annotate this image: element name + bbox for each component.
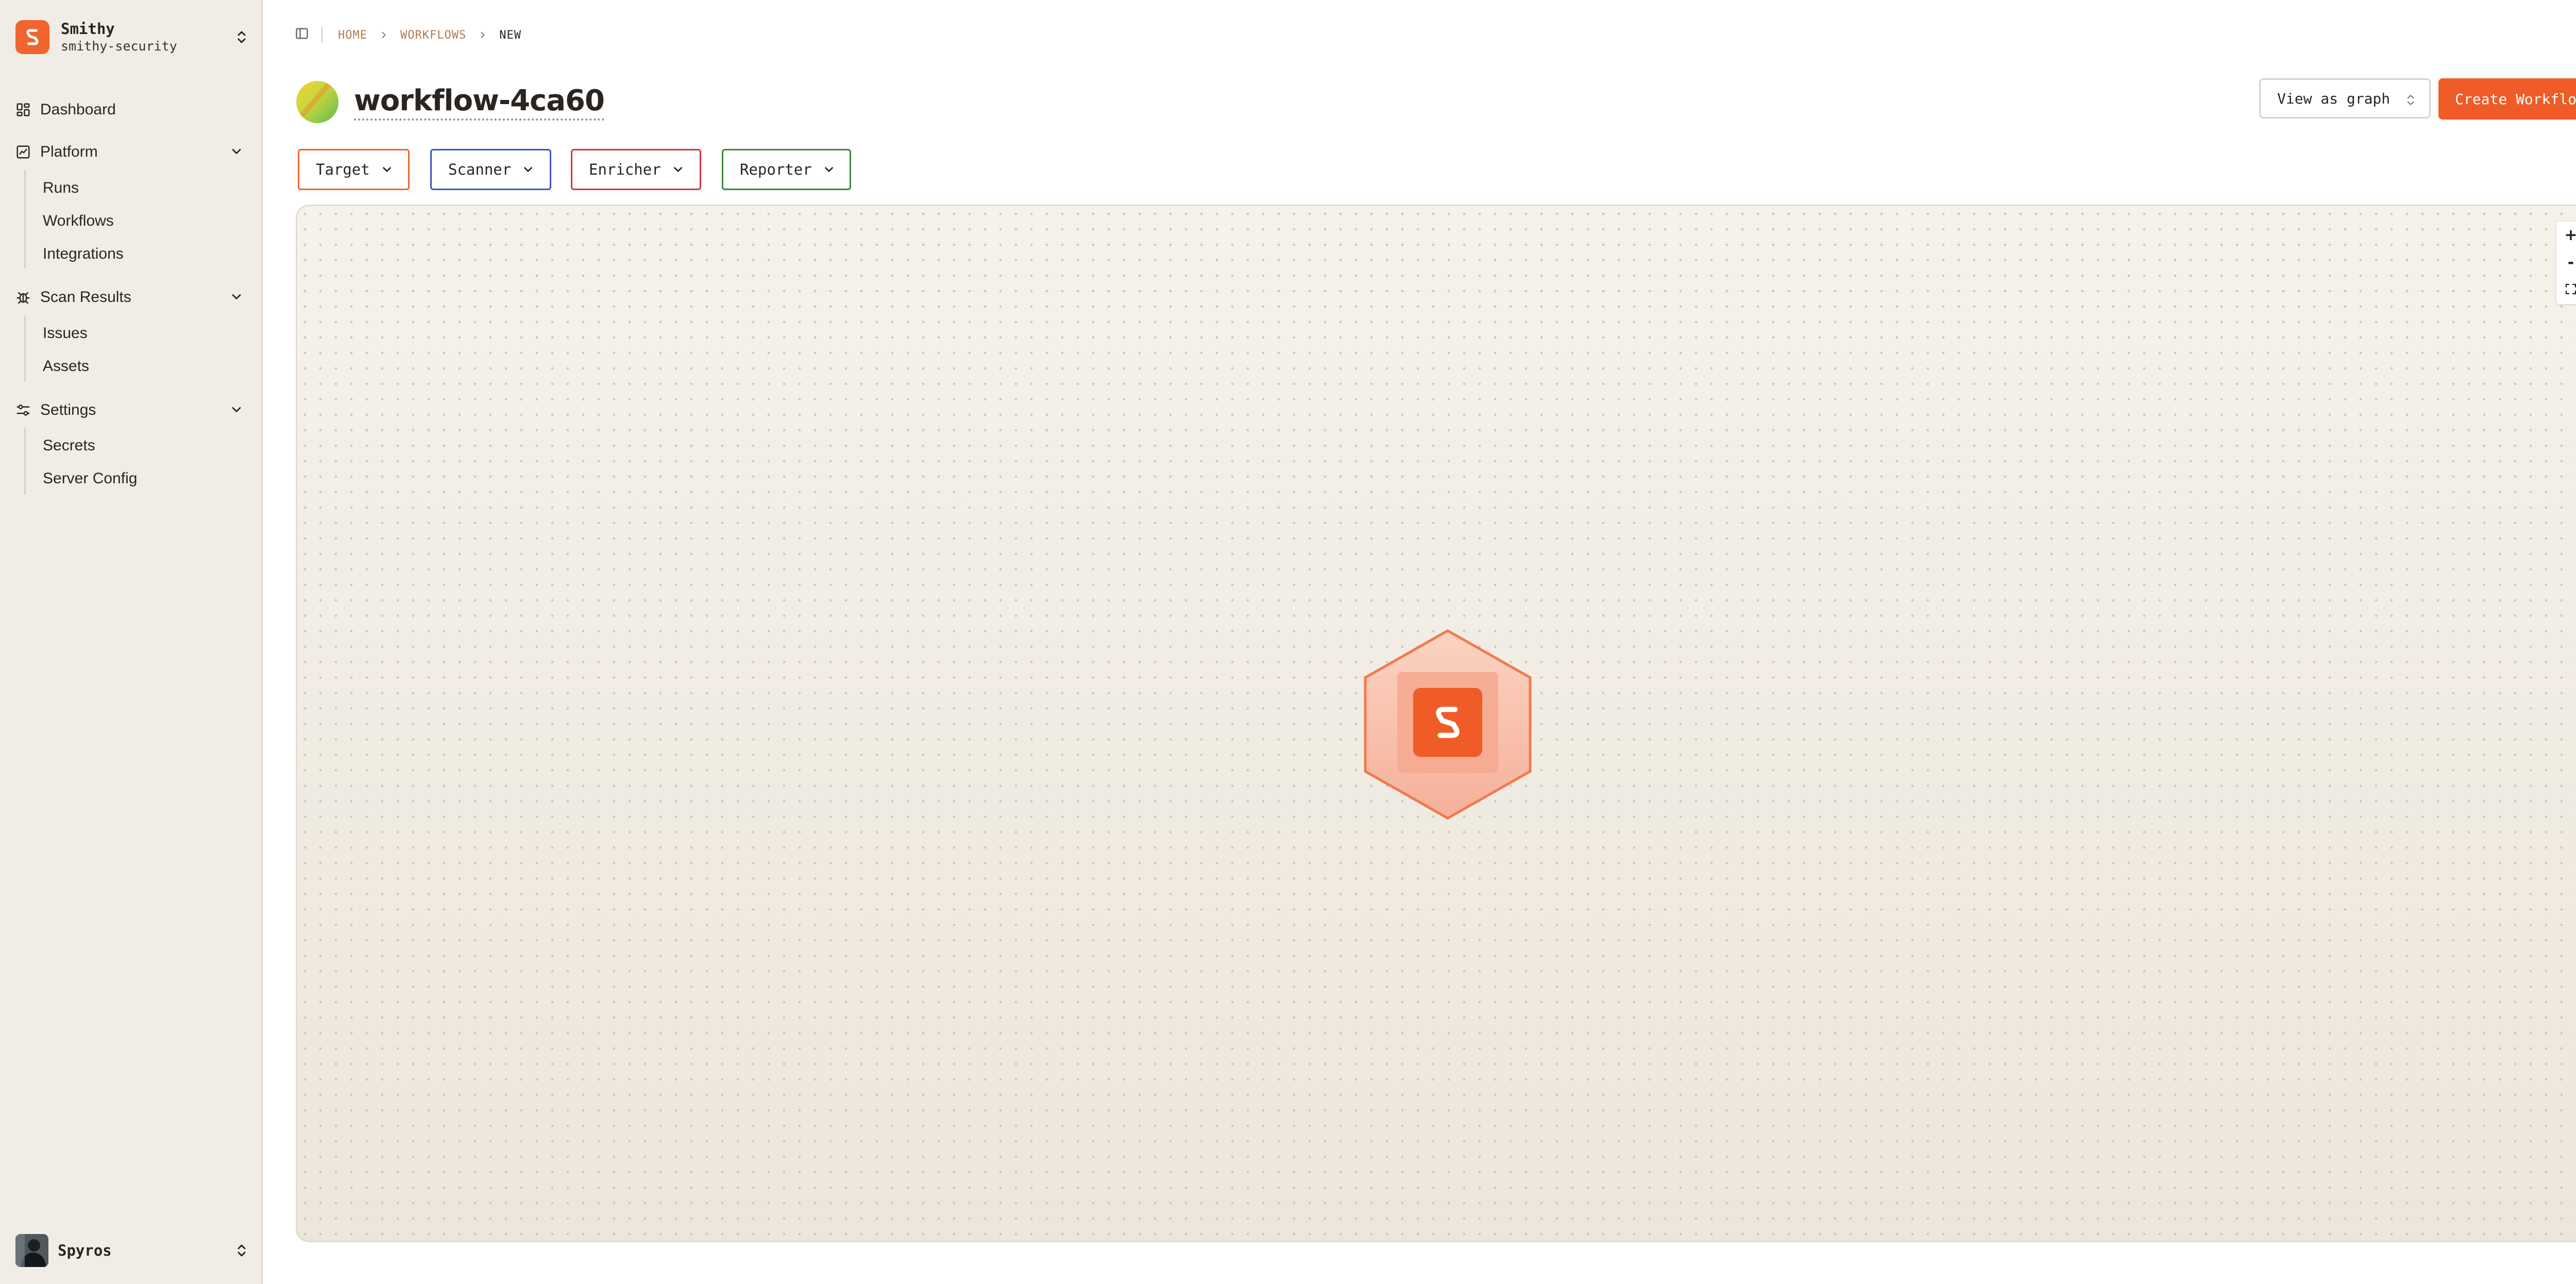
scanner-dropdown[interactable]: Scanner (430, 149, 551, 190)
org-subtitle: smithy-security (61, 38, 177, 54)
user-switcher[interactable]: Spyros (15, 1232, 252, 1269)
platform-icon (16, 145, 30, 159)
chevron-down-icon[interactable] (229, 402, 244, 419)
breadcrumb-home[interactable]: HOME (338, 29, 367, 42)
page-title[interactable]: workflow-4ca60 (354, 84, 605, 121)
user-name: Spyros (58, 1242, 112, 1259)
chevron-right-icon (379, 30, 389, 40)
sidebar-item-workflows[interactable]: Workflows (43, 212, 114, 230)
nav-scan-results-label: Scan Results (40, 289, 131, 306)
target-dropdown[interactable]: Target (298, 149, 410, 190)
sidebar-item-runs[interactable]: Runs (43, 179, 79, 197)
nav-platform-label: Platform (40, 143, 98, 160)
nav-dashboard-label: Dashboard (40, 101, 116, 118)
zoom-controls: + - (2556, 222, 2576, 304)
enricher-dropdown[interactable]: Enricher (571, 149, 701, 190)
nav-scan-results[interactable]: Scan Results (15, 286, 131, 309)
platform-subnav: Runs Workflows Integrations (24, 170, 124, 268)
nav-settings[interactable]: Settings (15, 399, 96, 421)
sidebar-item-server-config[interactable]: Server Config (43, 470, 137, 487)
reporter-dropdown-label: Reporter (740, 161, 812, 178)
zoom-out-button[interactable]: - (2568, 255, 2574, 271)
sidebar-item-integrations[interactable]: Integrations (43, 245, 124, 263)
smithy-logo-icon (15, 20, 49, 54)
enricher-dropdown-label: Enricher (589, 161, 661, 178)
scanner-dropdown-label: Scanner (448, 161, 512, 178)
view-mode-select[interactable]: View as graph (2259, 78, 2431, 119)
zoom-in-button[interactable]: + (2564, 227, 2576, 243)
breadcrumb-workflows[interactable]: WORKFLOWS (400, 29, 466, 42)
view-mode-value: View as graph (2277, 90, 2391, 107)
nav-platform[interactable]: Platform (15, 141, 98, 163)
chevron-up-down-icon[interactable] (236, 28, 247, 48)
settings-subnav: Secrets Server Config (24, 428, 137, 495)
workflow-start-node[interactable] (1363, 629, 1533, 820)
app: Smithy smithy-security Dashboard Platfor… (0, 0, 2576, 1284)
sidebar: Smithy smithy-security Dashboard Platfor… (0, 0, 263, 1284)
workflow-avatar (296, 81, 338, 123)
nav-settings-label: Settings (40, 401, 96, 418)
fit-view-icon[interactable] (2565, 283, 2576, 298)
chevron-down-icon (524, 167, 533, 172)
create-workflow-button[interactable]: Create Workflow (2438, 78, 2576, 120)
chevron-down-icon (673, 167, 682, 172)
sidebar-toggle-icon[interactable] (295, 26, 309, 44)
sidebar-item-secrets[interactable]: Secrets (43, 437, 95, 454)
chevron-down-icon[interactable] (229, 144, 244, 161)
sidebar-item-assets[interactable]: Assets (43, 358, 89, 375)
chevron-down-icon (382, 167, 391, 172)
chevron-up-down-icon[interactable] (236, 1242, 247, 1262)
org-name: Smithy (61, 20, 115, 38)
settings-sliders-icon (16, 404, 30, 416)
chevron-right-icon (478, 30, 488, 40)
chevron-up-down-icon (2405, 92, 2416, 111)
scan-results-subnav: Issues Assets (24, 315, 89, 381)
reporter-dropdown[interactable]: Reporter (722, 149, 851, 190)
target-dropdown-label: Target (316, 161, 370, 178)
avatar (15, 1234, 48, 1267)
breadcrumb-current: NEW (499, 28, 521, 42)
sidebar-item-issues[interactable]: Issues (43, 325, 88, 342)
chevron-down-icon[interactable] (229, 290, 244, 307)
dashboard-icon (16, 103, 30, 116)
breadcrumb: HOME WORKFLOWS NEW (295, 25, 521, 45)
nav-dashboard[interactable]: Dashboard (15, 98, 116, 121)
bug-icon (16, 292, 30, 304)
page-title-row: workflow-4ca60 (296, 81, 605, 123)
chevron-down-icon (824, 167, 833, 172)
org-switcher[interactable]: Smithy smithy-security (15, 17, 252, 57)
breadcrumb-divider (321, 27, 323, 43)
